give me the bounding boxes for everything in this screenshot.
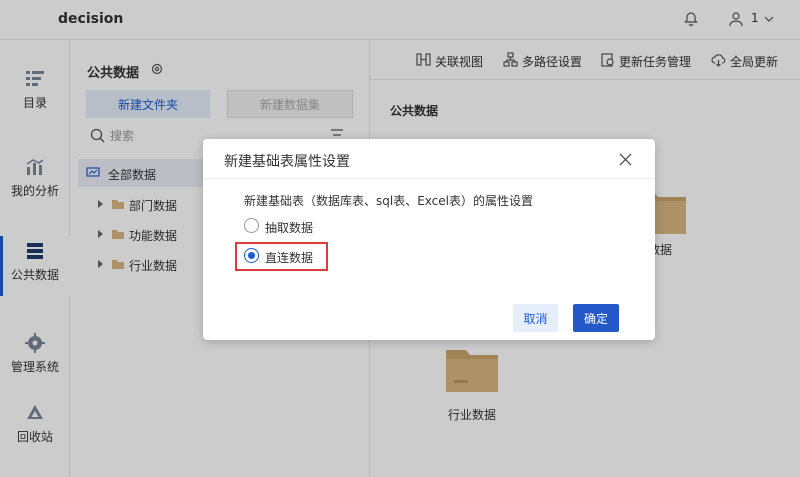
highlight-annotation	[235, 242, 328, 271]
dialog-title: 新建基础表属性设置	[224, 154, 350, 170]
basic-table-settings-dialog: 新建基础表属性设置 新建基础表（数据库表、sql表、Excel表）的属性设置 抽…	[203, 139, 655, 340]
close-icon[interactable]	[619, 153, 632, 166]
confirm-button[interactable]: 确定	[573, 304, 619, 332]
dialog-header: 新建基础表属性设置	[203, 139, 655, 179]
cancel-button[interactable]: 取消	[513, 304, 558, 332]
dialog-description: 新建基础表（数据库表、sql表、Excel表）的属性设置	[244, 194, 533, 208]
radio-label: 抽取数据	[265, 221, 314, 235]
radio-button[interactable]	[244, 218, 259, 233]
